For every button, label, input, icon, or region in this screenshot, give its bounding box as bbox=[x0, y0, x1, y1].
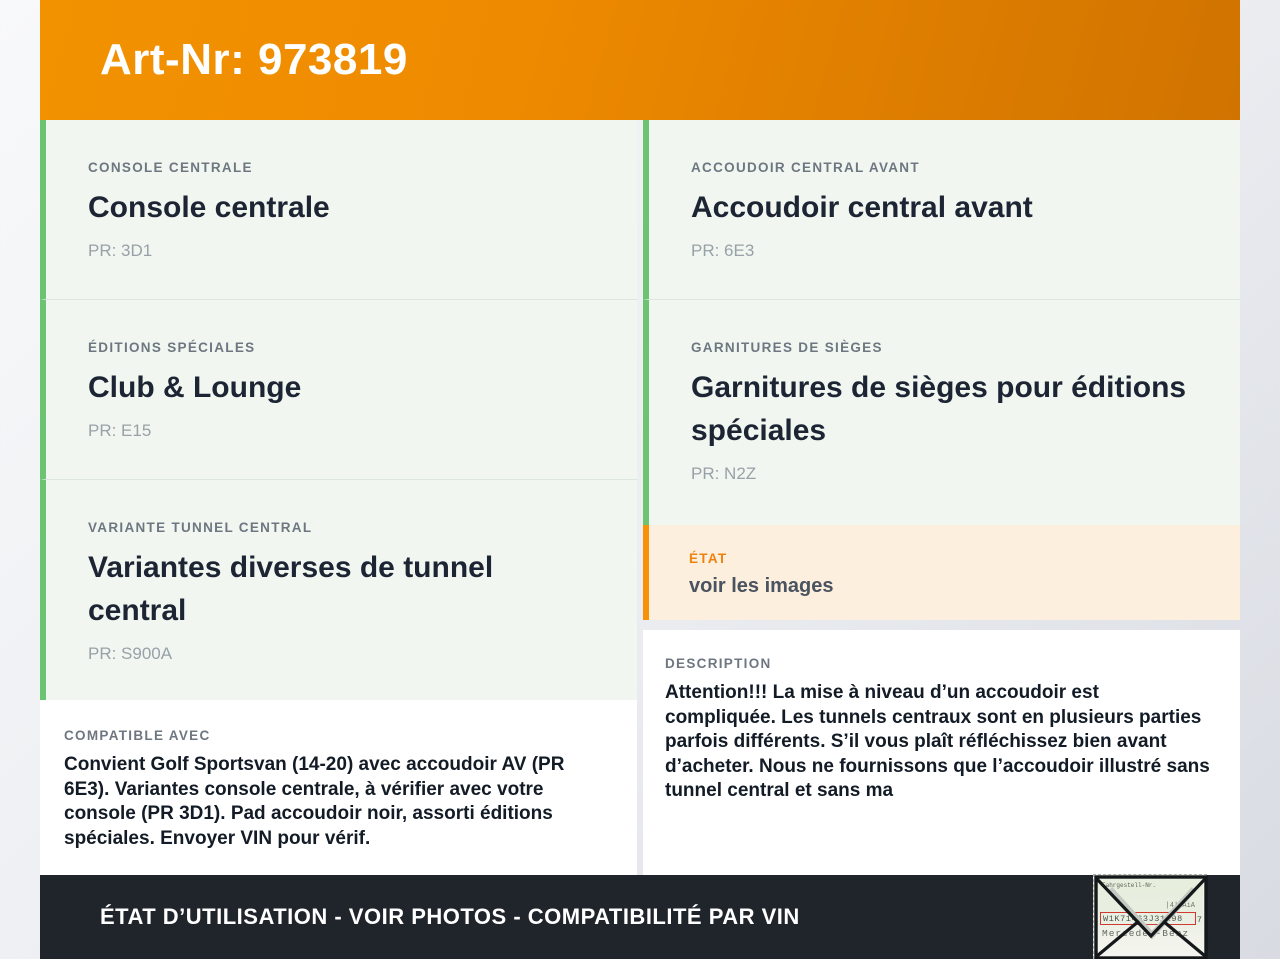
pr-code: PR: E15 bbox=[88, 421, 152, 440]
envelope-icon bbox=[1094, 875, 1208, 959]
card-label: ÉDITIONS SPÉCIALES bbox=[88, 340, 256, 355]
description-section: DESCRIPTION Attention!!! La mise à nivea… bbox=[643, 630, 1240, 875]
main-grid: CONSOLE CENTRALE Console centrale PR: 3D… bbox=[40, 120, 1240, 875]
right-column: ACCOUDOIR CENTRAL AVANT Accoudoir centra… bbox=[643, 120, 1240, 875]
etat-value: voir les images bbox=[689, 575, 834, 597]
pr-code: PR: S900A bbox=[88, 644, 173, 663]
footer-text: ÉTAT D’UTILISATION - VOIR PHOTOS - COMPA… bbox=[100, 904, 800, 929]
card-variante-tunnel: VARIANTE TUNNEL CENTRAL Variantes divers… bbox=[40, 480, 637, 700]
description-text: Attention!!! La mise à niveau d’un accou… bbox=[665, 682, 1210, 801]
etat-card: ÉTAT voir les images bbox=[643, 525, 1240, 620]
card-label: GARNITURES DE SIÈGES bbox=[691, 340, 883, 355]
compatible-text: Convient Golf Sportsvan (14-20) avec acc… bbox=[64, 754, 565, 849]
footer-bar: ÉTAT D’UTILISATION - VOIR PHOTOS - COMPA… bbox=[40, 875, 1240, 959]
left-column: CONSOLE CENTRALE Console centrale PR: 3D… bbox=[40, 120, 637, 875]
card-title: Accoudoir central avant bbox=[691, 191, 1033, 224]
pr-code: PR: 3D1 bbox=[88, 241, 153, 260]
card-label: VARIANTE TUNNEL CENTRAL bbox=[88, 520, 313, 535]
card-accoudoir-central: ACCOUDOIR CENTRAL AVANT Accoudoir centra… bbox=[643, 120, 1240, 300]
header-banner: Art-Nr: 973819 bbox=[40, 0, 1240, 120]
article-number-title: Art-Nr: 973819 bbox=[100, 35, 408, 84]
card-title: Variantes diverses de tunnel central bbox=[88, 551, 494, 627]
card-title: Club & Lounge bbox=[88, 371, 302, 404]
pr-code: PR: 6E3 bbox=[691, 241, 755, 260]
etat-label: ÉTAT bbox=[689, 551, 728, 566]
compatible-section: COMPATIBLE AVEC Convient Golf Sportsvan … bbox=[40, 700, 637, 875]
card-title: Garnitures de sièges pour éditions spéci… bbox=[691, 371, 1187, 447]
pr-code: PR: N2Z bbox=[691, 464, 757, 483]
card-label: CONSOLE CENTRALE bbox=[88, 160, 253, 175]
compatible-label: COMPATIBLE AVEC bbox=[64, 728, 211, 743]
card-title: Console centrale bbox=[88, 191, 330, 224]
vin-document-stamp: Fahrgestell-Nr. |4| AiA W1K71463J31298 7… bbox=[1093, 874, 1208, 959]
listing-page: Art-Nr: 973819 CONSOLE CENTRALE Console … bbox=[40, 0, 1240, 875]
card-editions-speciales: ÉDITIONS SPÉCIALES Club & Lounge PR: E15 bbox=[40, 300, 637, 480]
card-garnitures-sieges: GARNITURES DE SIÈGES Garnitures de siège… bbox=[643, 300, 1240, 525]
card-label: ACCOUDOIR CENTRAL AVANT bbox=[691, 160, 920, 175]
card-console-centrale: CONSOLE CENTRALE Console centrale PR: 3D… bbox=[40, 120, 637, 300]
description-label: DESCRIPTION bbox=[665, 656, 772, 671]
